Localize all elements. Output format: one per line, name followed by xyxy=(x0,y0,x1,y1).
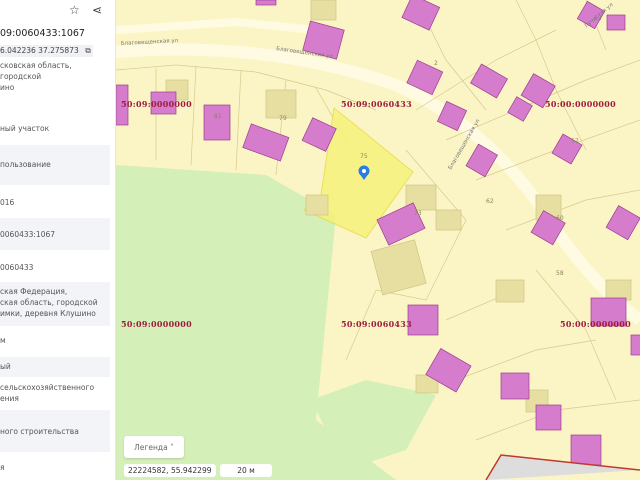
row-use: пользование xyxy=(0,145,110,185)
map-layer: 81 79 75 73 62 60 58 57 2 12 Благовещенс… xyxy=(116,0,640,480)
house-number: 81 xyxy=(214,113,222,120)
legend-label: Легенда xyxy=(134,442,168,452)
quarter-label: 50:09:0000000 xyxy=(121,319,193,329)
row-area: м xyxy=(0,336,6,345)
address: сковская область, городской ино xyxy=(0,61,72,92)
road-2 xyxy=(116,17,317,34)
scale-bar: 20 м xyxy=(220,464,272,477)
chevron-up-icon: ˄ xyxy=(170,442,174,452)
quarter-label: 50:00:0000000 xyxy=(560,319,632,329)
row-extra: я xyxy=(0,463,5,472)
house-number: 57 xyxy=(571,138,579,145)
house-number: 75 xyxy=(360,153,368,160)
row-type: ный участок xyxy=(0,124,50,133)
row-number: 0060433:1067 xyxy=(0,218,110,250)
quarter-label: 50:09:0060433 xyxy=(341,319,413,329)
quarter-label: 50:00:0000000 xyxy=(545,99,617,109)
sidebar-panel: ☆ ⋖ 09:0060433:1067 6.042236 37.275873 ⧉ … xyxy=(0,0,116,480)
row-date: 016 xyxy=(0,198,15,207)
map-canvas[interactable]: 81 79 75 73 62 60 58 57 2 12 Благовещенс… xyxy=(116,0,640,480)
legend-button[interactable]: Легенда ˄ xyxy=(124,436,184,458)
row-quarter: 0060433 xyxy=(0,263,34,272)
row-status: ый xyxy=(0,357,110,377)
star-icon[interactable]: ☆ xyxy=(69,3,80,17)
coordinates: 6.042236 37.275873 ⧉ xyxy=(0,45,93,57)
row-category: сельскохозяйственного ения xyxy=(0,383,95,403)
cadastral-number-title: 09:0060433:1067 xyxy=(0,28,85,39)
house-number: 2 xyxy=(434,60,438,67)
share-icon[interactable]: ⋖ xyxy=(92,3,102,17)
house-number: 60 xyxy=(556,215,564,222)
boundary-line xyxy=(485,454,640,480)
row-permitted-use: ного строительства xyxy=(0,410,110,452)
quarter-label: 50:09:0060433 xyxy=(341,99,413,109)
copy-icon[interactable]: ⧉ xyxy=(85,45,90,57)
house-number: 62 xyxy=(486,198,494,205)
house-number: 73 xyxy=(414,210,422,217)
row-address: ская Федерация, ская область, городской … xyxy=(0,282,110,326)
quarter-label: 50:09:0000000 xyxy=(121,99,193,109)
house-number: 58 xyxy=(556,270,564,277)
coords-readout: 22224582, 55.942299 xyxy=(124,464,216,477)
coordinates-text: 6.042236 37.275873 xyxy=(0,46,79,55)
house-number: 79 xyxy=(279,115,287,122)
